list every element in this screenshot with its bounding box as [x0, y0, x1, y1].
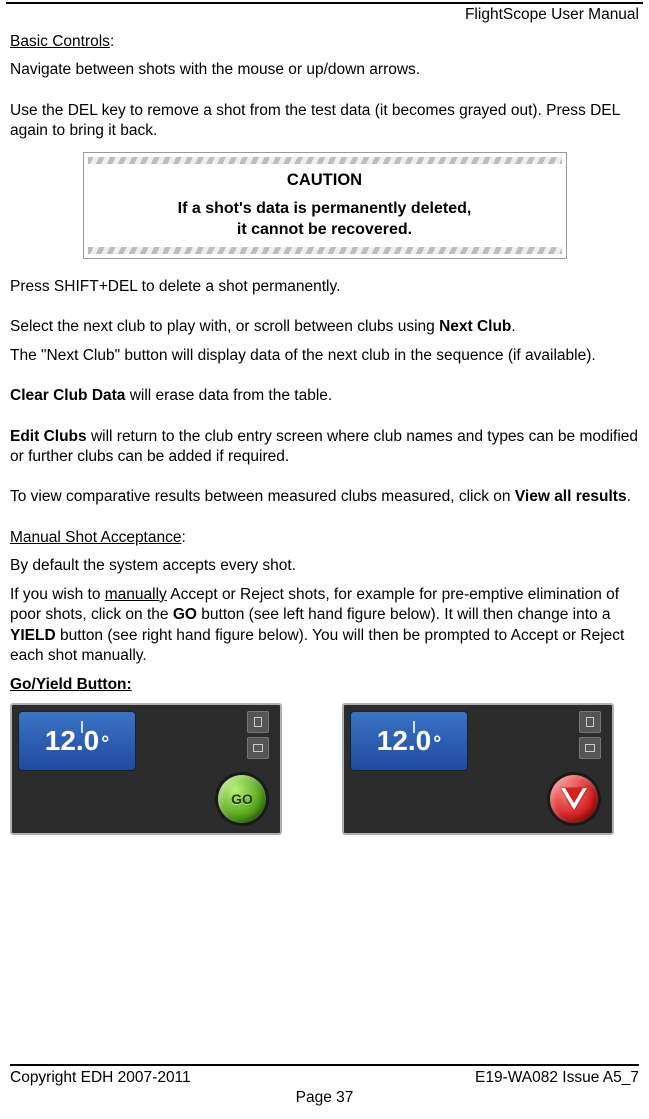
next-club-bold: Next Club [439, 318, 511, 335]
go-yield-heading-text: Go/Yield Button: [10, 676, 132, 693]
clear-club-para: Clear Club Data will erase data from the… [10, 386, 639, 406]
footer-row: Copyright EDH 2007-2011 E19-WA082 Issue … [10, 1069, 639, 1087]
angle-panel-left: 12.0° [18, 711, 136, 771]
go-button-label: GO [231, 790, 253, 808]
caution-box: CAUTION If a shot's data is permanently … [83, 152, 567, 259]
text: button (see left hand figure below). It … [197, 606, 611, 623]
footer-left: Copyright EDH 2007-2011 [10, 1069, 191, 1087]
mini-icon-bottom [247, 737, 269, 759]
yield-button[interactable] [550, 775, 598, 823]
text: Select the next club to play with, or sc… [10, 318, 439, 335]
caution-container: CAUTION If a shot's data is permanently … [10, 152, 639, 259]
angle-number: 12.0 [45, 723, 100, 760]
footer-center: Page 37 [10, 1089, 639, 1107]
clear-club-bold: Clear Club Data [10, 387, 125, 404]
tick-mark-icon [81, 721, 83, 733]
manual-shot-p2: If you wish to manually Accept or Reject… [10, 585, 639, 667]
next-club-para: Select the next club to play with, or sc… [10, 317, 639, 337]
text: To view comparative results between meas… [10, 488, 515, 505]
text: If you wish to [10, 586, 105, 603]
angle-value-left: 12.0° [45, 723, 110, 760]
edit-clubs-para: Edit Clubs will return to the club entry… [10, 427, 639, 468]
caution-line-1: If a shot's data is permanently deleted, [94, 198, 556, 220]
basic-controls-heading: Basic Controls [10, 33, 110, 50]
caution-hatch-top [88, 157, 562, 164]
caution-title: CAUTION [94, 170, 556, 192]
manually-underline: manually [105, 586, 167, 603]
manual-shot-p1: By default the system accepts every shot… [10, 556, 639, 576]
content-area: Basic Controls: Navigate between shots w… [10, 32, 639, 1059]
manual-shot-heading-line: Manual Shot Acceptance: [10, 528, 639, 548]
yield-triangle-inner [565, 788, 583, 803]
text: will return to the club entry screen whe… [10, 428, 638, 465]
caution-inner: CAUTION If a shot's data is permanently … [88, 164, 562, 247]
caution-line-2: it cannot be recovered. [94, 219, 556, 241]
figure-go: 12.0° GO [10, 703, 282, 835]
mini-icon-bottom [579, 737, 601, 759]
text: button (see right hand figure below). Yo… [10, 627, 624, 664]
footer-right: E19-WA082 Issue A5_7 [475, 1069, 639, 1087]
basic-controls-heading-line: Basic Controls: [10, 32, 639, 52]
header-rule [6, 2, 643, 4]
header-title: FlightScope User Manual [465, 6, 639, 24]
figure-yield: 12.0° [342, 703, 614, 835]
caution-hatch-bottom [88, 247, 562, 254]
basic-controls-p1: Navigate between shots with the mouse or… [10, 60, 639, 80]
mini-icons-right [576, 711, 604, 759]
text: . [511, 318, 515, 335]
figures-row: 12.0° GO 12.0° [10, 703, 639, 835]
go-yield-heading: Go/Yield Button: [10, 675, 639, 695]
degree-symbol: ° [433, 731, 441, 757]
footer-rule [10, 1064, 639, 1066]
after-caution-p1: Press SHIFT+DEL to delete a shot permane… [10, 277, 639, 297]
next-club-desc: The "Next Club" button will display data… [10, 346, 639, 366]
mini-icon-top [247, 711, 269, 733]
angle-panel-right: 12.0° [350, 711, 468, 771]
go-bold: GO [173, 606, 197, 623]
edit-clubs-bold: Edit Clubs [10, 428, 87, 445]
tick-mark-icon [413, 721, 415, 733]
angle-number: 12.0 [377, 723, 432, 760]
yield-bold: YIELD [10, 627, 56, 644]
text: will erase data from the table. [125, 387, 332, 404]
view-results-para: To view comparative results between meas… [10, 487, 639, 507]
mini-icon-top [579, 711, 601, 733]
colon: : [110, 33, 114, 50]
mini-icons-left [244, 711, 272, 759]
angle-value-right: 12.0° [377, 723, 442, 760]
colon: : [181, 529, 185, 546]
footer: Copyright EDH 2007-2011 E19-WA082 Issue … [10, 1064, 639, 1107]
manual-shot-heading: Manual Shot Acceptance [10, 529, 181, 546]
degree-symbol: ° [101, 731, 109, 757]
view-results-bold: View all results [515, 488, 627, 505]
page: FlightScope User Manual Basic Controls: … [0, 0, 649, 1119]
basic-controls-p2: Use the DEL key to remove a shot from th… [10, 101, 639, 142]
go-button[interactable]: GO [218, 775, 266, 823]
text: . [627, 488, 631, 505]
